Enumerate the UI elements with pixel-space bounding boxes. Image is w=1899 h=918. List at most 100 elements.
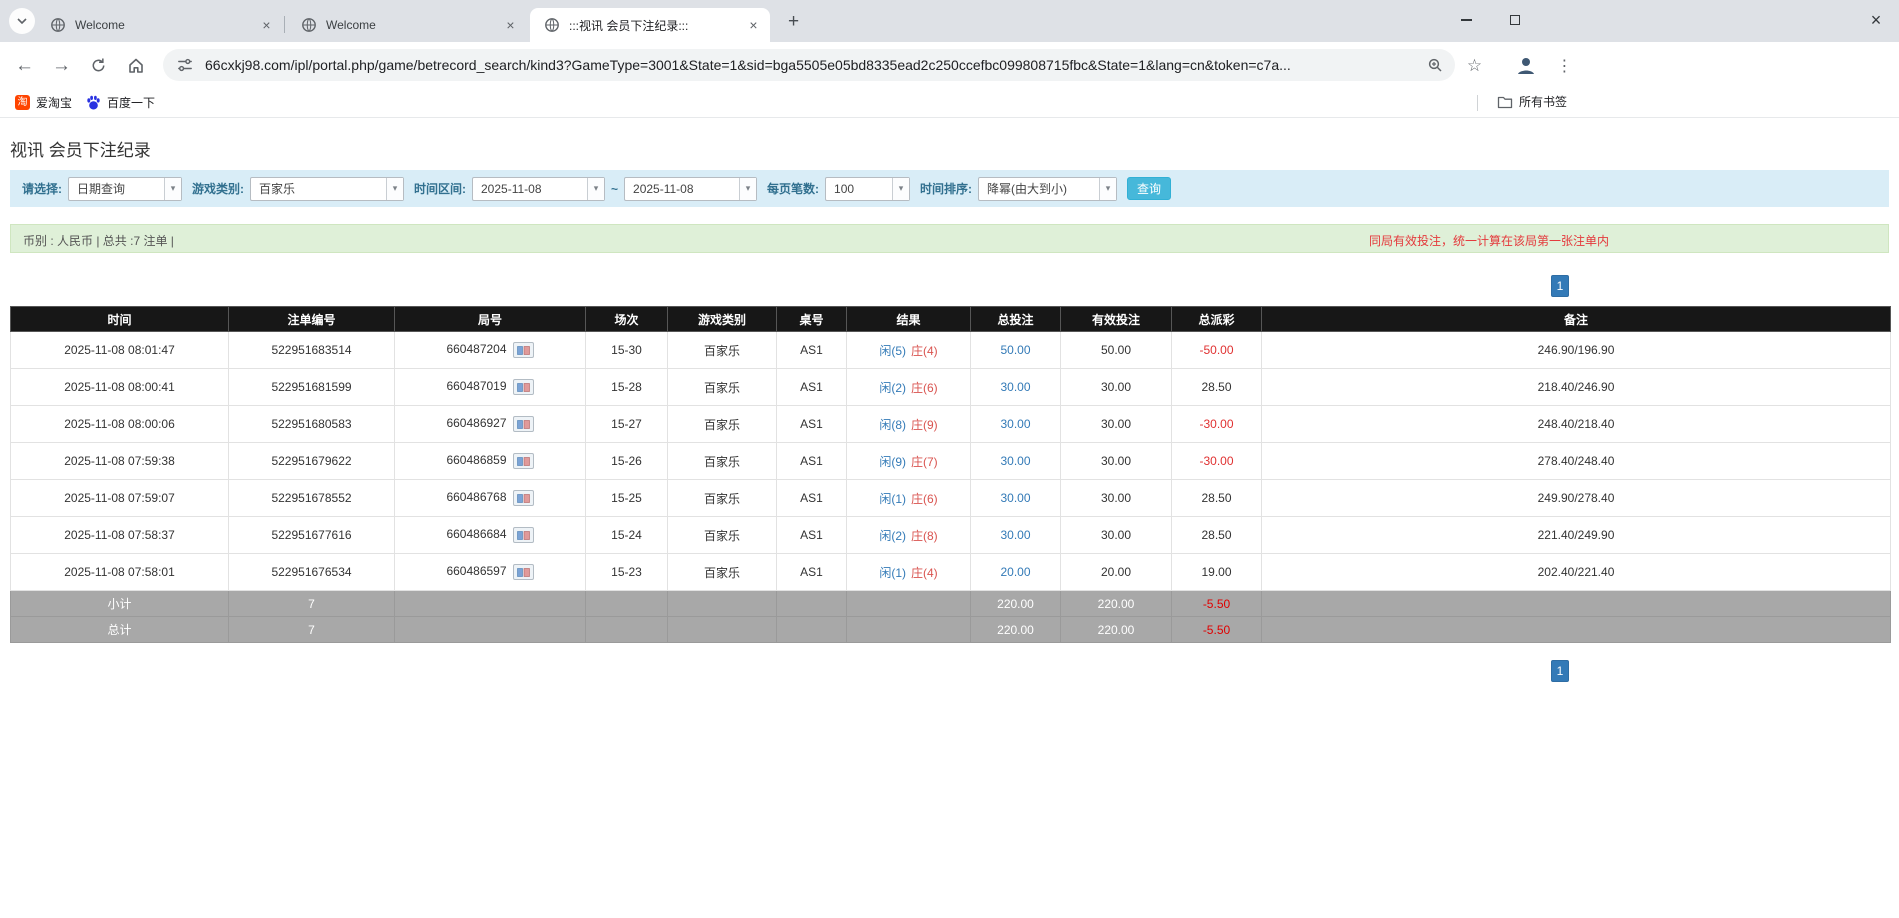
bet-records-table: 时间 注单编号 局号 场次 游戏类别 桌号 结果 总投注 有效投注 总派彩 备注… [10, 306, 1891, 643]
taobao-icon: 淘 [15, 95, 30, 110]
table-summary-row: 小计 7 220.00 220.00 -5.50 [11, 591, 1891, 617]
bookmark-star-button[interactable]: ☆ [1458, 49, 1491, 82]
round-number: 660486768 [446, 490, 506, 504]
summary-empty-cell [395, 591, 586, 617]
cell-total-bet[interactable]: 30.00 [971, 517, 1061, 554]
window-close-button[interactable]: × [1853, 0, 1899, 40]
round-detail-icon[interactable] [513, 453, 534, 469]
chevron-down-icon: ▾ [739, 178, 756, 200]
table-header-row: 时间 注单编号 局号 场次 游戏类别 桌号 结果 总投注 有效投注 总派彩 备注 [11, 307, 1891, 332]
tab-close-icon[interactable]: × [258, 17, 275, 34]
column-header-bet-id: 注单编号 [229, 307, 395, 332]
page-size-select[interactable]: 100 ▾ [825, 177, 910, 201]
page-content: 视讯 会员下注纪录 请选择: 日期查询 ▾ 游戏类别: 百家乐 ▾ 时间区间: … [0, 119, 1899, 918]
date-to-select[interactable]: 2025-11-08 ▾ [624, 177, 757, 201]
minimize-icon [1461, 19, 1472, 21]
address-bar[interactable]: 66cxkj98.com/ipl/portal.php/game/betreco… [163, 49, 1455, 81]
round-number: 660487204 [446, 342, 506, 356]
game-type-select-value: 百家乐 [251, 178, 386, 200]
cell-note: 221.40/249.90 [1262, 517, 1891, 554]
cell-total-bet[interactable]: 30.00 [971, 369, 1061, 406]
sort-select[interactable]: 降幂(由大到小) ▾ [978, 177, 1117, 201]
tab-close-icon[interactable]: × [502, 17, 519, 34]
cell-game-type: 百家乐 [668, 443, 777, 480]
profile-avatar[interactable] [1510, 50, 1541, 81]
cell-total-bet[interactable]: 30.00 [971, 480, 1061, 517]
cell-total-bet[interactable]: 30.00 [971, 443, 1061, 480]
tab-bet-records-active[interactable]: :::视讯 会员下注纪录::: × [530, 8, 770, 42]
date-from-select[interactable]: 2025-11-08 ▾ [472, 177, 605, 201]
home-icon [127, 57, 145, 75]
round-number: 660486927 [446, 416, 506, 430]
forward-button[interactable]: → [45, 49, 78, 82]
reload-button[interactable] [82, 49, 115, 82]
table-row: 2025-11-08 08:00:06 522951680583 6604869… [11, 406, 1891, 443]
cell-total-bet[interactable]: 20.00 [971, 554, 1061, 591]
round-detail-icon[interactable] [513, 527, 534, 543]
round-detail-icon[interactable] [513, 490, 534, 506]
chevron-down-icon: ▾ [892, 178, 909, 200]
date-from-value: 2025-11-08 [473, 178, 587, 200]
cell-table-no: AS1 [777, 443, 847, 480]
result-banker: 庄(7) [911, 455, 938, 469]
cell-session: 15-24 [586, 517, 668, 554]
globe-icon [50, 17, 66, 33]
back-button[interactable]: ← [8, 49, 41, 82]
browser-tab-strip: Welcome × Welcome × :::视讯 会员下注纪录::: × + … [0, 0, 1899, 42]
cell-total-bet[interactable]: 30.00 [971, 406, 1061, 443]
chevron-down-icon: ▾ [386, 178, 403, 200]
round-number: 660486684 [446, 527, 506, 541]
summary-bar: 币别 : 人民币 | 总共 :7 注单 | 同局有效投注，统一计算在该局第一张注… [10, 224, 1889, 253]
tab-welcome-2[interactable]: Welcome × [287, 8, 527, 42]
bookmark-label: 百度一下 [107, 94, 155, 111]
round-detail-icon[interactable] [513, 416, 534, 432]
tab-close-icon[interactable]: × [745, 17, 762, 34]
new-tab-button[interactable]: + [781, 9, 806, 34]
browser-toolbar: ← → 66cxkj98.com/ipl/portal.php/game/bet… [0, 42, 1899, 88]
cell-total-bet[interactable]: 50.00 [971, 332, 1061, 369]
window-maximize-button[interactable] [1492, 0, 1538, 40]
window-minimize-button[interactable] [1443, 0, 1489, 40]
bookmark-label: 爱淘宝 [36, 94, 72, 111]
table-row: 2025-11-08 07:58:01 522951676534 6604865… [11, 554, 1891, 591]
site-info-icon[interactable] [177, 57, 193, 73]
magnifier-icon [1427, 57, 1443, 73]
round-detail-icon[interactable] [513, 342, 534, 358]
column-header-session: 场次 [586, 307, 668, 332]
column-header-game-type: 游戏类别 [668, 307, 777, 332]
round-detail-icon[interactable] [513, 379, 534, 395]
round-detail-icon[interactable] [513, 564, 534, 580]
summary-count: 7 [229, 591, 395, 617]
summary-note-text: 同局有效投注，统一计算在该局第一张注单内 [1369, 232, 1609, 249]
choose-select[interactable]: 日期查询 ▾ [68, 177, 182, 201]
cell-time: 2025-11-08 08:00:06 [11, 406, 229, 443]
home-button[interactable] [119, 49, 152, 82]
all-bookmarks-button[interactable]: 所有书签 [1490, 90, 1574, 113]
cell-game-type: 百家乐 [668, 332, 777, 369]
cell-result: 闲(9)庄(7) [847, 443, 971, 480]
tab-welcome-1[interactable]: Welcome × [36, 8, 283, 42]
bookmarks-divider [1477, 95, 1478, 111]
cell-valid-bet: 30.00 [1061, 480, 1172, 517]
browser-menu-button[interactable]: ⋮ [1548, 49, 1581, 82]
table-row: 2025-11-08 08:00:41 522951681599 6604870… [11, 369, 1891, 406]
result-player: 闲(8) [879, 418, 906, 432]
column-header-valid-bet: 有效投注 [1061, 307, 1172, 332]
bookmark-baidu[interactable]: 百度一下 [79, 91, 162, 114]
currency-summary-text: 币别 : 人民币 | 总共 :7 注单 | [23, 232, 174, 249]
cell-table-no: AS1 [777, 517, 847, 554]
cell-bet-id: 522951678552 [229, 480, 395, 517]
pagination-page-1-bottom[interactable]: 1 [1551, 660, 1569, 682]
baidu-icon [86, 95, 101, 110]
choose-label: 请选择: [22, 180, 62, 197]
zoom-icon[interactable] [1427, 57, 1443, 73]
tab-search-button[interactable] [9, 8, 35, 34]
search-button[interactable]: 查询 [1127, 177, 1171, 200]
page-size-value: 100 [826, 178, 892, 200]
game-type-select[interactable]: 百家乐 ▾ [250, 177, 404, 201]
pagination-page-1-top[interactable]: 1 [1551, 275, 1569, 297]
bookmark-taobao[interactable]: 淘 爱淘宝 [8, 91, 79, 114]
page-title: 视讯 会员下注纪录 [10, 136, 151, 161]
table-row: 2025-11-08 07:59:38 522951679622 6604868… [11, 443, 1891, 480]
tab-title: :::视讯 会员下注纪录::: [569, 17, 737, 34]
